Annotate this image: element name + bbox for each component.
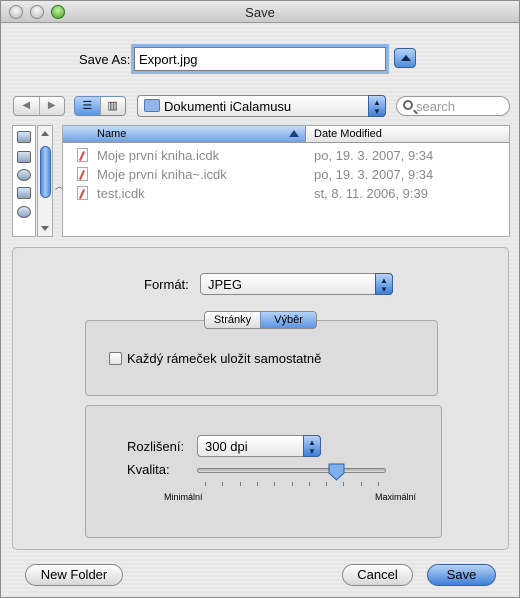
file-name: Moje první kniha~.icdk: [97, 167, 227, 182]
column-header-date[interactable]: Date Modified: [307, 126, 509, 142]
file-row[interactable]: test.icdk st, 8. 11. 2006, 9:39: [63, 184, 509, 203]
file-list[interactable]: Name Date Modified Moje první kniha.icdk…: [62, 125, 510, 237]
back-arrow-icon[interactable]: ◀: [14, 97, 39, 115]
separate-frames-checkbox[interactable]: [109, 352, 122, 365]
quality-min-label: Minimální: [164, 492, 203, 502]
resolution-label: Rozlišení:: [127, 439, 185, 454]
document-icon: [77, 167, 88, 181]
new-folder-button[interactable]: New Folder: [25, 564, 123, 586]
document-icon: [77, 148, 88, 162]
window-title: Save: [245, 5, 275, 20]
save-as-input[interactable]: [134, 47, 386, 71]
file-name: Moje první kniha.icdk: [97, 148, 220, 163]
quality-max-label: Maximální: [375, 492, 417, 502]
computer-icon[interactable]: [17, 131, 31, 143]
separate-frames-label: Každý rámeček uložit samostatně: [127, 351, 322, 366]
file-name: test.icdk: [97, 186, 145, 201]
file-row[interactable]: Moje první kniha~.icdk po, 19. 3. 2007, …: [63, 165, 509, 184]
format-label: Formát:: [144, 277, 189, 292]
column-name-label: Name: [97, 128, 127, 140]
save-dialog: Save Save As: ◀ ▶ ☰ ▥ Dokumenti iCalamus…: [0, 0, 520, 598]
scroll-down-icon[interactable]: [41, 226, 49, 231]
cancel-button[interactable]: Cancel: [342, 564, 413, 586]
slider-tick: [274, 482, 276, 486]
collapse-dialog-button[interactable]: [394, 48, 416, 68]
sidebar[interactable]: [12, 125, 36, 237]
popup-arrows-icon: ▲ ▼: [303, 435, 321, 457]
location-label: Dokumenti iCalamusu: [164, 99, 292, 114]
folder-icon: [144, 99, 160, 112]
popup-arrows-icon: ▲ ▼: [368, 95, 386, 117]
resolution-value: 300 dpi: [205, 439, 248, 454]
tab-bar[interactable]: Stránky Výběr: [204, 311, 317, 329]
slider-tick: [326, 482, 328, 486]
column-view-icon[interactable]: ▥: [99, 97, 125, 115]
save-button[interactable]: Save: [427, 564, 496, 586]
title-bar[interactable]: Save: [1, 1, 519, 23]
format-value: JPEG: [208, 277, 242, 292]
slider-tick: [291, 482, 293, 486]
network-icon[interactable]: [17, 169, 31, 181]
scroll-up-icon[interactable]: [41, 131, 49, 136]
slider-tick: [360, 482, 362, 486]
sidebar-scrollbar[interactable]: [37, 125, 53, 237]
resolution-popup[interactable]: 300 dpi ▲ ▼: [197, 435, 321, 457]
slider-tick: [343, 482, 345, 486]
search-field[interactable]: search: [396, 96, 510, 116]
save-as-label: Save As:: [79, 52, 131, 67]
slider-tick: [205, 482, 206, 486]
back-forward-control[interactable]: ◀ ▶: [13, 96, 65, 116]
file-date: po, 19. 3. 2007, 9:34: [314, 167, 434, 182]
slider-tick: [378, 482, 379, 486]
format-popup[interactable]: JPEG ▲ ▼: [200, 273, 393, 295]
view-mode-control[interactable]: ☰ ▥: [74, 96, 126, 116]
quality-label: Kvalita:: [127, 462, 170, 477]
tab-pages[interactable]: Stránky: [205, 312, 260, 328]
column-date-label: Date Modified: [314, 128, 382, 140]
file-date: st, 8. 11. 2006, 9:39: [314, 186, 428, 201]
drive-icon[interactable]: [17, 187, 31, 199]
cd-icon[interactable]: [17, 206, 31, 218]
file-list-header: Name Date Modified: [63, 126, 509, 143]
document-icon: [77, 186, 88, 200]
tab-selection[interactable]: Výběr: [260, 312, 316, 328]
slider-tick: [256, 482, 258, 486]
popup-arrows-icon: ▲ ▼: [375, 273, 393, 295]
slider-tick: [308, 482, 310, 486]
file-row[interactable]: Moje první kniha.icdk po, 19. 3. 2007, 9…: [63, 146, 509, 165]
file-date: po, 19. 3. 2007, 9:34: [314, 148, 434, 163]
slider-tick: [239, 482, 241, 486]
scroll-thumb[interactable]: [40, 146, 51, 198]
list-view-icon[interactable]: ☰: [75, 97, 100, 115]
slider-tick: [222, 482, 224, 486]
forward-arrow-icon[interactable]: ▶: [38, 97, 65, 115]
quality-slider[interactable]: [197, 468, 386, 473]
disk-icon[interactable]: [17, 151, 31, 163]
location-popup[interactable]: Dokumenti iCalamusu ▲ ▼: [137, 95, 386, 117]
search-icon: [403, 100, 413, 110]
quality-slider-knob[interactable]: [328, 463, 345, 481]
column-header-name[interactable]: Name: [63, 126, 306, 142]
search-placeholder: search: [416, 99, 456, 114]
sort-ascending-icon: [289, 130, 299, 137]
